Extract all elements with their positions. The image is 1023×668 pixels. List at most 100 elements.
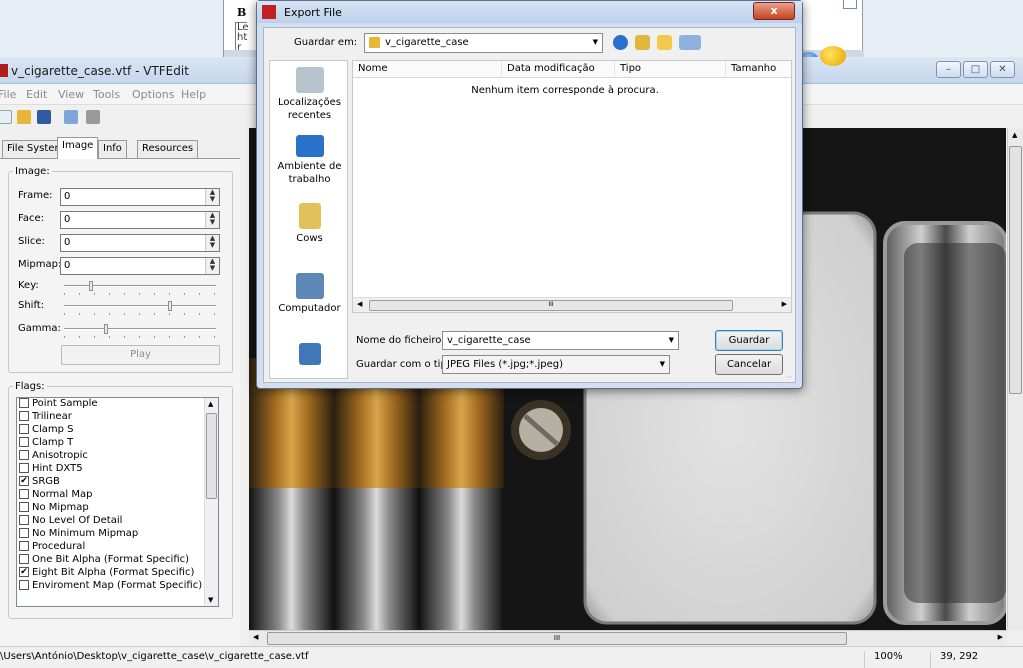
file-scroll-left-icon[interactable]: ◀ <box>357 300 362 308</box>
frame-spin-arrows-icon[interactable]: ▲ ▼ <box>205 189 219 205</box>
play-button[interactable]: Play <box>61 345 220 365</box>
column-date[interactable]: Data modificação <box>502 61 615 78</box>
save-disk-icon[interactable] <box>37 110 51 124</box>
column-size[interactable]: Tamanho <box>726 61 791 78</box>
checkbox-unchecked[interactable] <box>19 528 29 538</box>
gamma-slider[interactable] <box>64 324 216 334</box>
new-file-icon[interactable] <box>0 110 12 124</box>
tab-resources[interactable]: Resources <box>137 140 199 158</box>
scroll-up-icon[interactable]: ▲ <box>208 400 213 408</box>
checkbox-checked[interactable]: ✔ <box>19 567 29 577</box>
flag-item[interactable]: Clamp S <box>19 424 74 437</box>
maximize-button[interactable]: □ <box>963 61 988 78</box>
key-slider[interactable] <box>64 281 216 291</box>
tab-info[interactable]: Info <box>98 140 127 158</box>
flag-item[interactable]: No Level Of Detail <box>19 515 122 528</box>
flag-item[interactable]: Normal Map <box>19 489 92 502</box>
column-name[interactable]: Nome <box>353 61 502 78</box>
scroll-down-icon[interactable]: ▼ <box>208 596 213 604</box>
dialog-close-button[interactable]: x <box>753 2 795 20</box>
mipmap-spinner[interactable]: 0 ▲ ▼ <box>60 257 220 275</box>
face-spin-arrows-icon[interactable]: ▲ ▼ <box>205 212 219 228</box>
flag-item[interactable]: ✔ Eight Bit Alpha (Format Specific) <box>19 567 194 580</box>
checkbox-unchecked[interactable] <box>19 515 29 525</box>
file-list-scroll-thumb[interactable]: III <box>369 300 733 311</box>
flag-item[interactable]: ✔ SRGB <box>19 476 60 489</box>
checkbox-unchecked[interactable] <box>19 502 29 512</box>
cancel-button[interactable]: Cancelar <box>715 354 783 375</box>
filetype-select[interactable]: JPEG Files (*.jpg;*.jpeg) ▼ <box>442 355 670 374</box>
look-in-label: Guardar em: <box>294 37 358 48</box>
checkbox-unchecked[interactable] <box>19 554 29 564</box>
back-icon[interactable] <box>613 35 628 50</box>
column-type[interactable]: Tipo <box>615 61 726 78</box>
menu-view[interactable]: View <box>58 88 84 101</box>
face-spinner[interactable]: 0 ▲ ▼ <box>60 211 220 229</box>
filename-dropdown-icon[interactable]: ▼ <box>669 336 674 344</box>
place-recent[interactable]: Localizações recentes <box>270 67 349 122</box>
gamma-slider-thumb[interactable] <box>103 324 108 334</box>
view-menu-icon[interactable] <box>679 35 701 50</box>
horizontal-scroll-thumb[interactable]: III <box>267 632 847 645</box>
file-scroll-right-icon[interactable]: ▶ <box>782 300 787 308</box>
flag-item[interactable]: Enviroment Map (Format Specific) <box>19 580 202 593</box>
open-folder-icon[interactable] <box>17 110 31 124</box>
menu-options[interactable]: Options <box>132 88 174 101</box>
checkbox-unchecked[interactable] <box>19 437 29 447</box>
up-folder-icon[interactable] <box>635 35 650 50</box>
slice-spinner[interactable]: 0 ▲ ▼ <box>60 234 220 252</box>
flags-scrollbar[interactable]: ▲ ▼ <box>204 398 218 606</box>
checkbox-unchecked[interactable] <box>19 398 29 408</box>
file-list[interactable]: Nome Data modificação Tipo Tamanho Nenhu… <box>352 60 792 313</box>
hscroll-left-icon[interactable]: ◀ <box>253 633 258 641</box>
resize-grip-icon[interactable]: ⋯ <box>786 373 793 381</box>
mipmap-spin-arrows-icon[interactable]: ▲ ▼ <box>205 258 219 274</box>
vertical-scrollbar[interactable]: ▲ <box>1007 128 1023 630</box>
vscroll-up-icon[interactable]: ▲ <box>1012 131 1017 139</box>
place-network[interactable] <box>270 343 349 368</box>
menu-help[interactable]: Help <box>181 88 206 101</box>
place-computer[interactable]: Computador <box>270 273 349 315</box>
flag-item[interactable]: Point Sample <box>19 398 98 411</box>
checkbox-unchecked[interactable] <box>19 580 29 590</box>
horizontal-scrollbar[interactable]: ◀ III ▶ <box>249 630 1007 646</box>
flags-scroll-thumb[interactable] <box>206 413 217 499</box>
menu-file[interactable]: File <box>0 88 16 101</box>
key-slider-thumb[interactable] <box>89 281 94 291</box>
flag-item[interactable]: No Minimum Mipmap <box>19 528 138 541</box>
paste-icon[interactable] <box>86 110 100 124</box>
checkbox-unchecked[interactable] <box>19 541 29 551</box>
save-button[interactable]: Guardar <box>715 330 783 351</box>
flag-item[interactable]: Trilinear <box>19 411 72 424</box>
flag-item[interactable]: No Mipmap <box>19 502 89 515</box>
shift-slider[interactable] <box>64 301 216 311</box>
tab-image[interactable]: Image <box>57 137 99 159</box>
flag-item[interactable]: Hint DXT5 <box>19 463 83 476</box>
filename-input[interactable]: v_cigarette_case ▼ <box>442 331 679 350</box>
copy-icon[interactable] <box>64 110 78 124</box>
checkbox-unchecked[interactable] <box>19 489 29 499</box>
flag-item[interactable]: Procedural <box>19 541 85 554</box>
checkbox-unchecked[interactable] <box>19 463 29 473</box>
vertical-scroll-thumb[interactable] <box>1009 146 1022 394</box>
frame-spinner[interactable]: 0 ▲ ▼ <box>60 188 220 206</box>
close-button[interactable]: ✕ <box>990 61 1015 78</box>
slice-spin-arrows-icon[interactable]: ▲ ▼ <box>205 235 219 251</box>
checkbox-unchecked[interactable] <box>19 411 29 421</box>
checkbox-checked[interactable]: ✔ <box>19 476 29 486</box>
place-desktop[interactable]: Ambiente de trabalho <box>270 135 349 186</box>
place-cows[interactable]: Cows <box>270 203 349 245</box>
menu-edit[interactable]: Edit <box>26 88 47 101</box>
flag-item[interactable]: Clamp T <box>19 437 73 450</box>
hscroll-right-icon[interactable]: ▶ <box>998 633 1003 641</box>
flag-item[interactable]: Anisotropic <box>19 450 88 463</box>
new-folder-icon[interactable] <box>657 35 672 50</box>
file-list-hscrollbar[interactable]: ◀ III ▶ <box>353 297 791 312</box>
menu-tools[interactable]: Tools <box>93 88 120 101</box>
checkbox-unchecked[interactable] <box>19 424 29 434</box>
minimize-button[interactable]: – <box>936 61 961 78</box>
checkbox-unchecked[interactable] <box>19 450 29 460</box>
shift-slider-thumb[interactable] <box>167 301 172 311</box>
flag-item[interactable]: One Bit Alpha (Format Specific) <box>19 554 189 567</box>
look-in-dropdown[interactable]: v_cigarette_case ▼ <box>364 33 603 53</box>
